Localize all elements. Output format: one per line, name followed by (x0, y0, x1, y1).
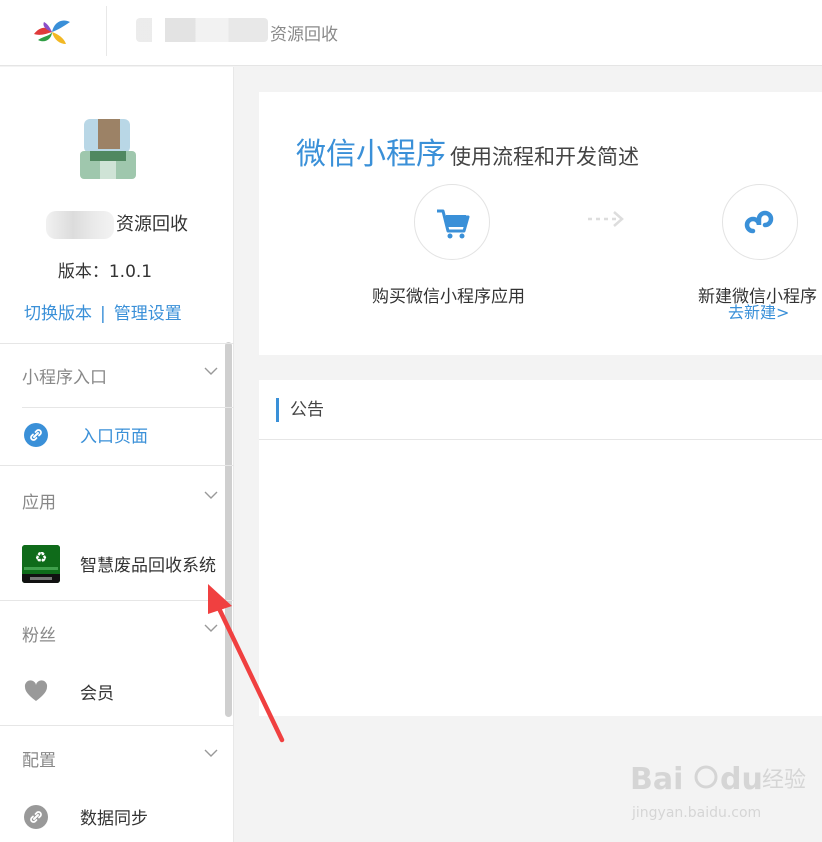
section-header-apps[interactable]: 应用 (22, 488, 56, 513)
step-arrow-icon (588, 211, 624, 227)
notice-card: 公告 (259, 380, 822, 716)
mini-program-icon (744, 210, 774, 234)
chevron-down-icon[interactable] (204, 488, 218, 502)
usage-flow-card: 微信小程序 使用流程和开发简述 购买微信小程序应用 新建微信小程序 去新建> (259, 92, 822, 355)
account-name-suffix: 资源回收 (116, 214, 188, 235)
sidebar-item-label: 数据同步 (80, 809, 148, 829)
step-new-circle[interactable] (722, 184, 798, 260)
heading-subtitle: 使用流程和开发简述 (450, 145, 639, 169)
sidebar-item-members[interactable]: 会员 (0, 666, 234, 716)
avatar[interactable] (80, 117, 136, 179)
app-title: 资源回收 (270, 25, 338, 45)
link-separator: | (100, 304, 106, 324)
section-header-mini-program-entry[interactable]: 小程序入口 (22, 363, 107, 388)
switch-version-link[interactable]: 切换版本 (24, 304, 92, 324)
link-icon (24, 805, 48, 829)
cart-icon (437, 209, 470, 239)
logo-icon[interactable] (30, 14, 72, 50)
section-header-fans[interactable]: 粉丝 (22, 621, 56, 646)
account-name: 资源回收 (0, 210, 234, 239)
sidebar: 资源回收 版本：1.0.1 切换版本 | 管理设置 小程序入口 入口页面 应用 ♻ … (0, 67, 234, 842)
top-bar: 资源回收 (0, 0, 822, 66)
chevron-down-icon[interactable] (204, 364, 218, 378)
sidebar-item-entry-page[interactable]: 入口页面 (0, 409, 234, 459)
divider (0, 600, 234, 601)
sidebar-item-label: 智慧废品回收系统 (80, 556, 216, 576)
main-content: 微信小程序 使用流程和开发简述 购买微信小程序应用 新建微信小程序 去新建> 公告 (235, 67, 822, 842)
section-header-config[interactable]: 配置 (22, 746, 56, 771)
svg-text:du: du (720, 762, 763, 797)
annotation-arrow (208, 584, 285, 743)
svg-text:经验: 经验 (762, 768, 806, 793)
blurred-account-prefix (46, 211, 114, 239)
sidebar-item-data-sync[interactable]: 数据同步 (0, 791, 234, 841)
account-links: 切换版本 | 管理设置 (24, 299, 182, 324)
step-buy-label: 购买微信小程序应用 (372, 287, 525, 307)
go-create-link[interactable]: 去新建> (728, 299, 789, 323)
svg-text:Bai: Bai (630, 762, 683, 797)
baidu-watermark: Bai du 经验 jingyan.baidu.com (630, 762, 806, 821)
manage-settings-link[interactable]: 管理设置 (114, 304, 182, 324)
sidebar-item-label: 会员 (80, 684, 114, 704)
step-buy-circle[interactable] (414, 184, 490, 260)
card-heading: 微信小程序 使用流程和开发简述 (296, 129, 639, 173)
version-text: 版本：1.0.1 (57, 262, 153, 282)
divider (0, 465, 234, 466)
svg-text:jingyan.baidu.com: jingyan.baidu.com (631, 805, 761, 821)
sidebar-item-label: 入口页面 (80, 427, 148, 447)
header-divider (106, 6, 107, 56)
divider (22, 407, 234, 408)
heading-title: 微信小程序 (296, 137, 446, 172)
blurred-account-name (136, 18, 268, 42)
link-icon (24, 423, 48, 447)
sidebar-item-recycle-system[interactable]: 智慧废品回收系统 (0, 538, 234, 588)
heart-icon (24, 680, 48, 701)
notice-title: 公告 (276, 398, 324, 422)
divider (0, 725, 234, 726)
divider (259, 439, 822, 440)
divider (0, 343, 234, 344)
